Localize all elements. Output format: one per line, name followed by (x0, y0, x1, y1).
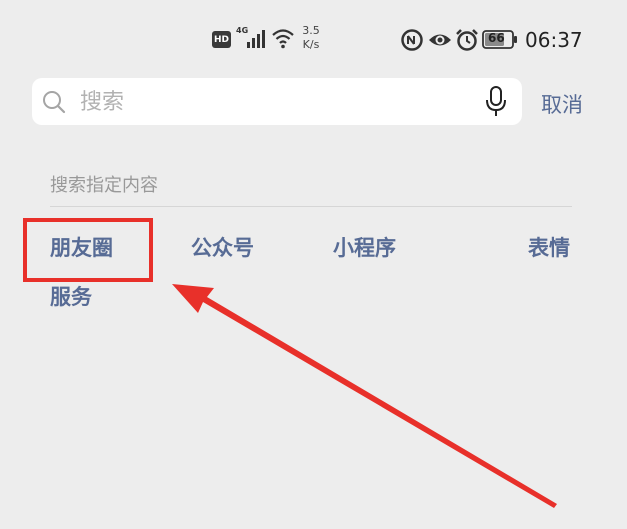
status-bar: HD 4G 3.5 K/s 66 06:37 (0, 0, 627, 74)
network-speed-unit: K/s (302, 38, 320, 51)
nfc-icon (401, 29, 423, 51)
battery-icon: 66 (482, 30, 518, 49)
filter-option-mini-programs[interactable]: 小程序 (333, 232, 396, 262)
battery-level: 66 (488, 31, 505, 45)
hd-badge: HD (212, 31, 231, 48)
filter-option-stickers[interactable]: 表情 (528, 232, 570, 262)
network-speed: 3.5 K/s (300, 24, 322, 52)
wifi-icon (272, 29, 294, 49)
eye-comfort-icon (429, 34, 451, 46)
search-bar[interactable] (32, 78, 522, 125)
cancel-button[interactable]: 取消 (541, 89, 583, 119)
alarm-icon (456, 29, 478, 51)
search-scope-label: 搜索指定内容 (50, 175, 158, 196)
signal-strength-icon (247, 30, 265, 48)
search-icon (43, 91, 66, 114)
annotation-highlight-box (23, 218, 153, 282)
search-input[interactable] (78, 84, 482, 120)
filter-option-services[interactable]: 服务 (50, 281, 92, 311)
divider (50, 206, 572, 207)
filter-option-official-accounts[interactable]: 公众号 (191, 232, 254, 262)
microphone-icon[interactable] (484, 86, 508, 118)
clock-time: 06:37 (525, 28, 583, 52)
network-speed-value: 3.5 (302, 24, 320, 37)
